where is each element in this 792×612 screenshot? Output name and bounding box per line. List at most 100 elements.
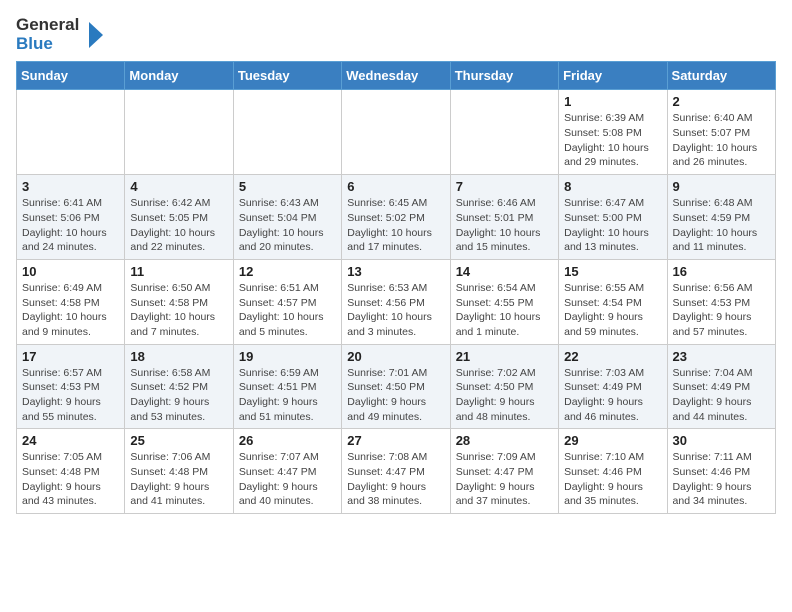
day-info: Sunrise: 6:50 AMSunset: 4:58 PMDaylight:… (130, 282, 215, 338)
calendar-cell: 21 Sunrise: 7:02 AMSunset: 4:50 PMDaylig… (450, 344, 558, 429)
day-info: Sunrise: 6:43 AMSunset: 5:04 PMDaylight:… (239, 197, 324, 253)
day-number: 3 (22, 179, 119, 194)
day-number: 16 (673, 264, 770, 279)
calendar-cell: 17 Sunrise: 6:57 AMSunset: 4:53 PMDaylig… (17, 344, 125, 429)
day-info: Sunrise: 7:11 AMSunset: 4:46 PMDaylight:… (673, 451, 752, 507)
calendar-cell: 20 Sunrise: 7:01 AMSunset: 4:50 PMDaylig… (342, 344, 450, 429)
calendar-cell: 25 Sunrise: 7:06 AMSunset: 4:48 PMDaylig… (125, 429, 233, 514)
calendar-cell (342, 90, 450, 175)
day-number: 19 (239, 349, 336, 364)
day-number: 15 (564, 264, 661, 279)
day-info: Sunrise: 6:39 AMSunset: 5:08 PMDaylight:… (564, 112, 649, 168)
calendar-cell: 22 Sunrise: 7:03 AMSunset: 4:49 PMDaylig… (559, 344, 667, 429)
calendar-cell: 3 Sunrise: 6:41 AMSunset: 5:06 PMDayligh… (17, 175, 125, 260)
day-info: Sunrise: 6:59 AMSunset: 4:51 PMDaylight:… (239, 367, 319, 423)
day-number: 23 (673, 349, 770, 364)
day-number: 6 (347, 179, 444, 194)
calendar-cell: 19 Sunrise: 6:59 AMSunset: 4:51 PMDaylig… (233, 344, 341, 429)
logo-blue: Blue (16, 35, 79, 54)
day-info: Sunrise: 6:46 AMSunset: 5:01 PMDaylight:… (456, 197, 541, 253)
calendar-cell: 5 Sunrise: 6:43 AMSunset: 5:04 PMDayligh… (233, 175, 341, 260)
day-number: 26 (239, 433, 336, 448)
calendar-cell: 18 Sunrise: 6:58 AMSunset: 4:52 PMDaylig… (125, 344, 233, 429)
day-info: Sunrise: 6:54 AMSunset: 4:55 PMDaylight:… (456, 282, 541, 338)
calendar-table: SundayMondayTuesdayWednesdayThursdayFrid… (16, 61, 776, 514)
day-number: 27 (347, 433, 444, 448)
calendar-cell: 26 Sunrise: 7:07 AMSunset: 4:47 PMDaylig… (233, 429, 341, 514)
header-sunday: Sunday (17, 62, 125, 90)
calendar-cell (450, 90, 558, 175)
day-number: 18 (130, 349, 227, 364)
day-info: Sunrise: 6:49 AMSunset: 4:58 PMDaylight:… (22, 282, 107, 338)
header-thursday: Thursday (450, 62, 558, 90)
calendar-cell: 16 Sunrise: 6:56 AMSunset: 4:53 PMDaylig… (667, 259, 775, 344)
calendar-cell: 14 Sunrise: 6:54 AMSunset: 4:55 PMDaylig… (450, 259, 558, 344)
day-number: 22 (564, 349, 661, 364)
day-info: Sunrise: 6:58 AMSunset: 4:52 PMDaylight:… (130, 367, 210, 423)
day-number: 29 (564, 433, 661, 448)
day-info: Sunrise: 7:03 AMSunset: 4:49 PMDaylight:… (564, 367, 644, 423)
logo: General Blue (16, 16, 105, 53)
header-saturday: Saturday (667, 62, 775, 90)
calendar-cell: 7 Sunrise: 6:46 AMSunset: 5:01 PMDayligh… (450, 175, 558, 260)
calendar-cell: 8 Sunrise: 6:47 AMSunset: 5:00 PMDayligh… (559, 175, 667, 260)
day-info: Sunrise: 6:48 AMSunset: 4:59 PMDaylight:… (673, 197, 758, 253)
day-number: 4 (130, 179, 227, 194)
day-info: Sunrise: 7:10 AMSunset: 4:46 PMDaylight:… (564, 451, 644, 507)
calendar-cell: 24 Sunrise: 7:05 AMSunset: 4:48 PMDaylig… (17, 429, 125, 514)
day-info: Sunrise: 6:42 AMSunset: 5:05 PMDaylight:… (130, 197, 215, 253)
day-number: 28 (456, 433, 553, 448)
day-info: Sunrise: 6:56 AMSunset: 4:53 PMDaylight:… (673, 282, 753, 338)
day-number: 12 (239, 264, 336, 279)
day-number: 10 (22, 264, 119, 279)
day-info: Sunrise: 7:02 AMSunset: 4:50 PMDaylight:… (456, 367, 536, 423)
day-number: 24 (22, 433, 119, 448)
day-info: Sunrise: 7:08 AMSunset: 4:47 PMDaylight:… (347, 451, 427, 507)
calendar-week-row: 17 Sunrise: 6:57 AMSunset: 4:53 PMDaylig… (17, 344, 776, 429)
calendar-week-row: 3 Sunrise: 6:41 AMSunset: 5:06 PMDayligh… (17, 175, 776, 260)
calendar-cell: 29 Sunrise: 7:10 AMSunset: 4:46 PMDaylig… (559, 429, 667, 514)
day-number: 20 (347, 349, 444, 364)
day-info: Sunrise: 7:07 AMSunset: 4:47 PMDaylight:… (239, 451, 319, 507)
logo-general: General (16, 16, 79, 35)
calendar-week-row: 10 Sunrise: 6:49 AMSunset: 4:58 PMDaylig… (17, 259, 776, 344)
day-number: 1 (564, 94, 661, 109)
calendar-cell: 11 Sunrise: 6:50 AMSunset: 4:58 PMDaylig… (125, 259, 233, 344)
header: General Blue (16, 16, 776, 53)
calendar-cell: 12 Sunrise: 6:51 AMSunset: 4:57 PMDaylig… (233, 259, 341, 344)
day-number: 14 (456, 264, 553, 279)
calendar-cell: 4 Sunrise: 6:42 AMSunset: 5:05 PMDayligh… (125, 175, 233, 260)
day-number: 2 (673, 94, 770, 109)
day-info: Sunrise: 7:04 AMSunset: 4:49 PMDaylight:… (673, 367, 753, 423)
day-info: Sunrise: 6:55 AMSunset: 4:54 PMDaylight:… (564, 282, 644, 338)
header-friday: Friday (559, 62, 667, 90)
logo-triangle-icon (81, 20, 105, 50)
day-info: Sunrise: 6:41 AMSunset: 5:06 PMDaylight:… (22, 197, 107, 253)
header-monday: Monday (125, 62, 233, 90)
day-info: Sunrise: 6:57 AMSunset: 4:53 PMDaylight:… (22, 367, 102, 423)
day-info: Sunrise: 7:06 AMSunset: 4:48 PMDaylight:… (130, 451, 210, 507)
calendar-cell: 10 Sunrise: 6:49 AMSunset: 4:58 PMDaylig… (17, 259, 125, 344)
day-number: 11 (130, 264, 227, 279)
calendar-cell: 23 Sunrise: 7:04 AMSunset: 4:49 PMDaylig… (667, 344, 775, 429)
day-info: Sunrise: 6:40 AMSunset: 5:07 PMDaylight:… (673, 112, 758, 168)
calendar-cell: 28 Sunrise: 7:09 AMSunset: 4:47 PMDaylig… (450, 429, 558, 514)
day-number: 8 (564, 179, 661, 194)
day-info: Sunrise: 7:05 AMSunset: 4:48 PMDaylight:… (22, 451, 102, 507)
header-wednesday: Wednesday (342, 62, 450, 90)
calendar-header-row: SundayMondayTuesdayWednesdayThursdayFrid… (17, 62, 776, 90)
calendar-cell: 15 Sunrise: 6:55 AMSunset: 4:54 PMDaylig… (559, 259, 667, 344)
day-number: 9 (673, 179, 770, 194)
day-number: 30 (673, 433, 770, 448)
day-info: Sunrise: 7:09 AMSunset: 4:47 PMDaylight:… (456, 451, 536, 507)
calendar-cell: 2 Sunrise: 6:40 AMSunset: 5:07 PMDayligh… (667, 90, 775, 175)
day-number: 5 (239, 179, 336, 194)
calendar-cell: 1 Sunrise: 6:39 AMSunset: 5:08 PMDayligh… (559, 90, 667, 175)
day-number: 13 (347, 264, 444, 279)
calendar-cell: 13 Sunrise: 6:53 AMSunset: 4:56 PMDaylig… (342, 259, 450, 344)
day-number: 21 (456, 349, 553, 364)
day-info: Sunrise: 6:51 AMSunset: 4:57 PMDaylight:… (239, 282, 324, 338)
calendar-cell: 30 Sunrise: 7:11 AMSunset: 4:46 PMDaylig… (667, 429, 775, 514)
day-info: Sunrise: 6:53 AMSunset: 4:56 PMDaylight:… (347, 282, 432, 338)
calendar-week-row: 24 Sunrise: 7:05 AMSunset: 4:48 PMDaylig… (17, 429, 776, 514)
